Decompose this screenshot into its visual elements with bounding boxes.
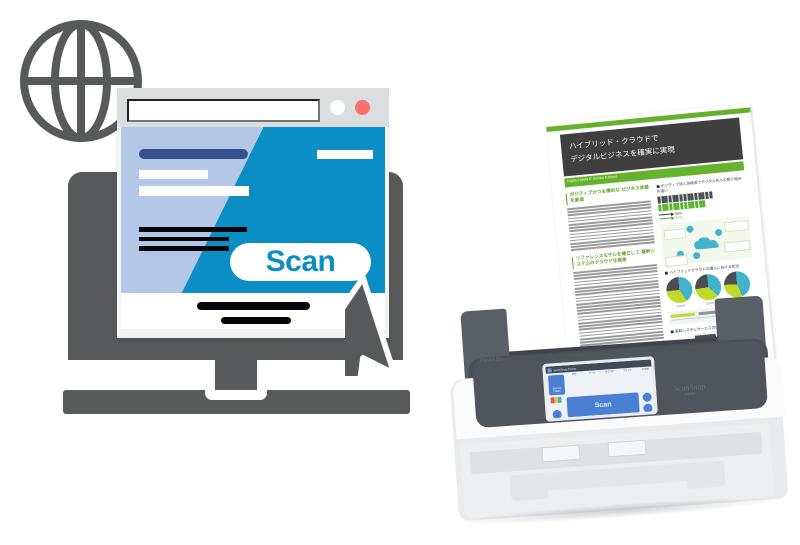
pie-chart-2 <box>694 272 723 302</box>
scan-button-label: Scan <box>265 245 336 278</box>
hero-panel: Scan <box>121 127 385 293</box>
mouse-pointer-icon <box>306 272 463 400</box>
touch-panel-scan-button[interactable]: Scan <box>566 392 640 418</box>
hero-field-placeholder-1[interactable] <box>139 170 208 179</box>
pie-chart-1 <box>665 275 694 304</box>
panel-icon-pdf[interactable]: PDF <box>566 373 584 394</box>
panel-icon-email-label: メール <box>588 372 596 375</box>
address-bar-input[interactable] <box>127 99 320 122</box>
pie-chart-panel-1: 2018年 <box>665 275 694 309</box>
monitor-stand-neck <box>215 360 257 390</box>
panel-icon-more[interactable]: その他 <box>637 368 655 389</box>
cloud-label-box-4 <box>665 254 688 267</box>
document-scanner: ハイブリッド・クラウドで デジタルビジネスを確実に実現 Fujitsu Hybr… <box>449 103 792 530</box>
cloud-node-1 <box>686 225 694 233</box>
minimize-dot-icon[interactable] <box>330 100 345 115</box>
app-icon <box>547 367 552 373</box>
pie-chart-3 <box>722 270 752 299</box>
hero-text-line-2 <box>139 237 229 241</box>
panel-icon-print-label: プリント <box>622 369 633 373</box>
touch-panel-quick-menu: PDF メール クラウド プリント その他 <box>566 368 655 394</box>
scanner-tray-tab-2 <box>607 439 647 458</box>
panel-power-icon[interactable] <box>643 403 653 414</box>
panel-icon-more-label: その他 <box>641 368 649 372</box>
touch-panel-scan-label: Scan <box>594 400 612 409</box>
cloud-node-2 <box>714 228 723 237</box>
scanner-tray-tab-1 <box>541 444 581 463</box>
footer-text-line-2 <box>221 317 291 324</box>
hero-text-line-3 <box>139 246 229 251</box>
scansnap-logo: ScanSnap iX1600 <box>674 382 706 397</box>
pie-chart-1-caption: 2018年 <box>676 304 686 309</box>
hero-chip-placeholder <box>317 150 373 159</box>
touch-panel-title-text: ScanSnap Home <box>553 366 577 372</box>
panel-icon-pdf-label: PDF <box>571 373 577 376</box>
panel-wifi-icon[interactable] <box>552 409 562 419</box>
illustration-canvas: Scan ハイブリッド・クラウドで デジタルビジネスを確実に実現 Fujitsu… <box>0 0 800 545</box>
panel-icon-print[interactable]: プリント <box>619 369 637 390</box>
panel-icon-email[interactable]: メール <box>584 372 602 393</box>
monitor-stand-notch <box>205 390 267 400</box>
panel-user-icon[interactable] <box>642 392 652 403</box>
panel-icon-cloud-label: クラウド <box>605 370 615 374</box>
cloud-icon <box>692 235 720 251</box>
arrow-icon-green <box>659 217 674 221</box>
cloud-label-box-3 <box>723 239 751 253</box>
scanner-touch-panel[interactable]: ScanSnap Home Scan to Folder PDF メール クラウ… <box>542 356 658 422</box>
panel-icon-cloud[interactable]: クラウド <box>601 371 619 392</box>
touch-panel-screen[interactable]: ScanSnap Home Scan to Folder PDF メール クラウ… <box>545 359 655 419</box>
touch-panel-profile-label: Scan to Folder <box>552 386 562 394</box>
cloud-label-box-2 <box>724 219 749 233</box>
close-dot-icon[interactable] <box>355 100 370 115</box>
footer-text-line-1 <box>197 302 310 310</box>
cloud-architecture-diagram <box>659 215 753 267</box>
browser-chrome-bar <box>117 88 389 127</box>
chart-1-value-2: 47% <box>675 215 683 220</box>
status-badge <box>550 396 562 404</box>
hero-title-placeholder <box>139 149 248 159</box>
hero-field-placeholder-2[interactable] <box>139 186 249 196</box>
hero-text-line-1 <box>139 227 247 232</box>
touch-panel-profile-button[interactable]: Scan to Folder <box>547 374 566 396</box>
cloud-node-3 <box>692 251 701 260</box>
cloud-label-box-1 <box>663 227 687 240</box>
document-body-block-1 <box>567 200 655 252</box>
